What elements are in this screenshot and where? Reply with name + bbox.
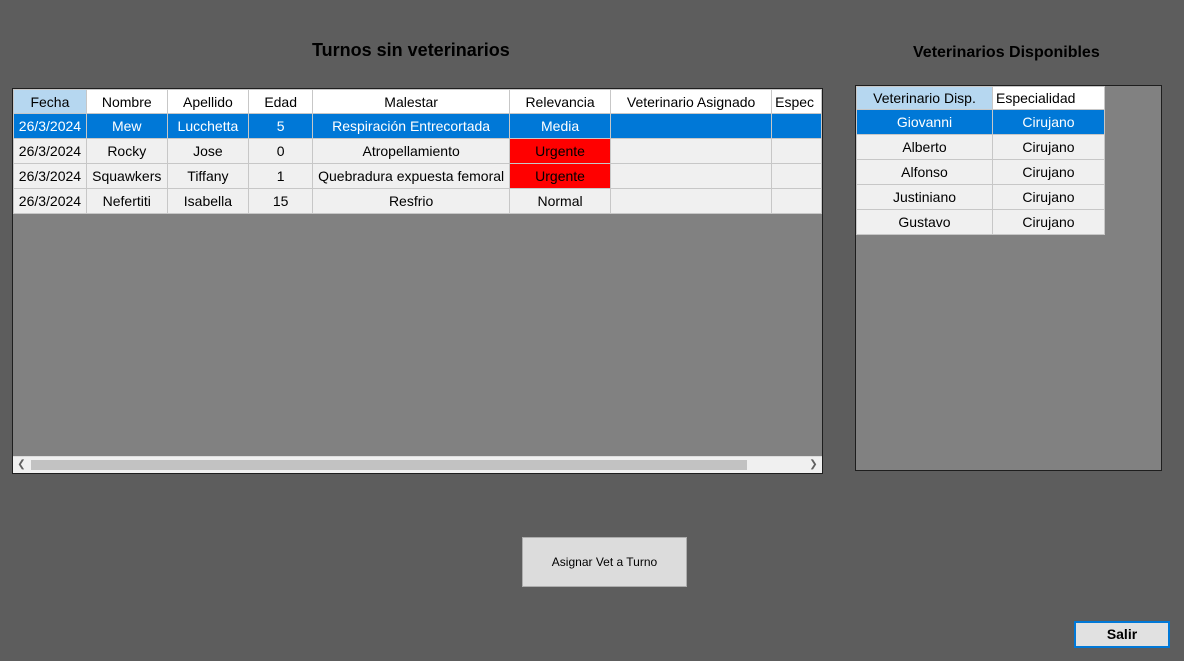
cell-espec[interactable] <box>771 163 822 189</box>
cell-fecha[interactable]: 26/3/2024 <box>13 163 87 189</box>
list-item[interactable]: Alfonso Cirujano <box>856 159 1105 185</box>
cell-relevancia[interactable]: Urgente <box>509 138 612 164</box>
scrollbar-thumb[interactable] <box>31 460 747 470</box>
table-row[interactable]: 26/3/2024 Squawkers Tiffany 1 Quebradura… <box>13 163 822 189</box>
vets-grid[interactable]: Veterinario Disp. Especialidad Giovanni … <box>855 85 1162 471</box>
available-vets-title: Veterinarios Disponibles <box>913 44 1100 61</box>
cell-vet-specialty[interactable]: Cirujano <box>992 159 1105 185</box>
cell-edad[interactable]: 0 <box>248 138 314 164</box>
cell-espec[interactable] <box>771 113 822 139</box>
list-item[interactable]: Alberto Cirujano <box>856 134 1105 160</box>
cell-apellido[interactable]: Isabella <box>166 188 250 214</box>
list-item[interactable]: Gustavo Cirujano <box>856 209 1105 235</box>
cell-vet-name[interactable]: Alfonso <box>856 159 993 185</box>
horizontal-scrollbar[interactable]: ❮ ❯ <box>13 456 822 473</box>
cell-veterinario[interactable] <box>610 188 773 214</box>
col-header-apellido[interactable]: Apellido <box>166 89 250 114</box>
cell-nombre[interactable]: Squawkers <box>85 163 168 189</box>
cell-vet-specialty[interactable]: Cirujano <box>992 109 1105 135</box>
cell-malestar[interactable]: Respiración Entrecortada <box>312 113 511 139</box>
cell-vet-specialty[interactable]: Cirujano <box>992 184 1105 210</box>
cell-nombre[interactable]: Rocky <box>85 138 168 164</box>
cell-apellido[interactable]: Lucchetta <box>166 113 250 139</box>
cell-espec[interactable] <box>771 188 822 214</box>
cell-apellido[interactable]: Jose <box>166 138 250 164</box>
table-row[interactable]: 26/3/2024 Nefertiti Isabella 15 Resfrio … <box>13 188 822 214</box>
cell-relevancia[interactable]: Media <box>509 113 612 139</box>
vets-header-row: Veterinario Disp. Especialidad <box>856 86 1105 110</box>
chevron-left-icon[interactable]: ❮ <box>13 457 30 473</box>
cell-fecha[interactable]: 26/3/2024 <box>13 188 87 214</box>
cell-vet-name[interactable]: Alberto <box>856 134 993 160</box>
cell-nombre[interactable]: Mew <box>85 113 168 139</box>
cell-vet-specialty[interactable]: Cirujano <box>992 134 1105 160</box>
table-row[interactable]: 26/3/2024 Rocky Jose 0 Atropellamiento U… <box>13 138 822 164</box>
list-item[interactable]: Justiniano Cirujano <box>856 184 1105 210</box>
pending-turns-title: Turnos sin veterinarios <box>312 40 510 60</box>
cell-edad[interactable]: 1 <box>248 163 314 189</box>
col-header-veterinario-disp[interactable]: Veterinario Disp. <box>856 86 993 110</box>
col-header-edad[interactable]: Edad <box>248 89 314 114</box>
chevron-right-icon[interactable]: ❯ <box>805 457 822 473</box>
cell-vet-specialty[interactable]: Cirujano <box>992 209 1105 235</box>
cell-edad[interactable]: 15 <box>248 188 314 214</box>
cell-nombre[interactable]: Nefertiti <box>85 188 168 214</box>
turns-grid[interactable]: Fecha Nombre Apellido Edad Malestar Rele… <box>12 88 823 474</box>
cell-malestar[interactable]: Resfrio <box>312 188 511 214</box>
col-header-relevancia[interactable]: Relevancia <box>509 89 612 114</box>
cell-apellido[interactable]: Tiffany <box>166 163 250 189</box>
cell-vet-name[interactable]: Gustavo <box>856 209 993 235</box>
vets-table: Veterinario Disp. Especialidad Giovanni … <box>856 86 1105 235</box>
exit-button[interactable]: Salir <box>1074 621 1170 648</box>
turns-table: Fecha Nombre Apellido Edad Malestar Rele… <box>13 89 822 214</box>
col-header-espec[interactable]: Espec <box>771 89 822 114</box>
cell-fecha[interactable]: 26/3/2024 <box>13 113 87 139</box>
cell-malestar[interactable]: Quebradura expuesta femoral <box>312 163 511 189</box>
cell-espec[interactable] <box>771 138 822 164</box>
col-header-especialidad[interactable]: Especialidad <box>992 86 1105 110</box>
list-item[interactable]: Giovanni Cirujano <box>856 109 1105 135</box>
cell-fecha[interactable]: 26/3/2024 <box>13 138 87 164</box>
turns-header-row: Fecha Nombre Apellido Edad Malestar Rele… <box>13 89 822 114</box>
cell-veterinario[interactable] <box>610 113 773 139</box>
cell-relevancia[interactable]: Normal <box>509 188 612 214</box>
cell-relevancia[interactable]: Urgente <box>509 163 612 189</box>
cell-vet-name[interactable]: Justiniano <box>856 184 993 210</box>
col-header-veterinario[interactable]: Veterinario Asignado <box>610 89 773 114</box>
cell-veterinario[interactable] <box>610 163 773 189</box>
assign-vet-button[interactable]: Asignar Vet a Turno <box>522 537 687 587</box>
cell-malestar[interactable]: Atropellamiento <box>312 138 511 164</box>
cell-veterinario[interactable] <box>610 138 773 164</box>
col-header-fecha[interactable]: Fecha <box>13 89 87 114</box>
table-row[interactable]: 26/3/2024 Mew Lucchetta 5 Respiración En… <box>13 113 822 139</box>
col-header-malestar[interactable]: Malestar <box>312 89 511 114</box>
col-header-nombre[interactable]: Nombre <box>85 89 168 114</box>
cell-vet-name[interactable]: Giovanni <box>856 109 993 135</box>
cell-edad[interactable]: 5 <box>248 113 314 139</box>
